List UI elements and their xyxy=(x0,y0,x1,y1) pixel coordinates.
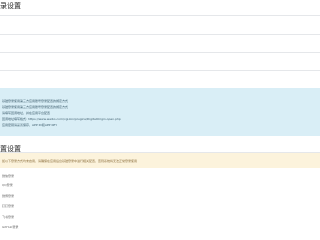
header-divider xyxy=(0,15,320,16)
info-line[interactable]: 回调地址填写格式: https://www.weibo.com/cgi-bin/… xyxy=(2,117,121,121)
list-item[interactable]: GitHub登录 xyxy=(2,225,18,229)
list-item[interactable]: 微信登录 xyxy=(2,174,14,178)
list-item[interactable]: QQ登录 xyxy=(2,183,13,187)
page-title: 录设置 xyxy=(0,2,21,10)
row-divider xyxy=(0,52,320,53)
warning-box: 如以下登录方式均未启用，请确保在应用后台基础登录中进行相关配置，否则系统将无法正… xyxy=(0,153,320,168)
info-box: 基础登录使用第三方应用账号登录配置的绑定方式 基础登录使用第三方应用账号登录配置… xyxy=(0,88,320,136)
warning-text: 如以下登录方式均未启用，请确保在应用后台基础登录中进行相关配置，否则系统将无法正… xyxy=(2,159,138,163)
info-line: 请填写回调地址，并在应用平台配置 xyxy=(2,111,51,115)
list-item[interactable]: 钉钉登录 xyxy=(2,204,14,208)
info-line: 基础登录使用第三方应用账号登录配置的绑定方式 xyxy=(2,99,69,103)
row-divider xyxy=(0,34,320,35)
info-line: 基础登录使用第三方应用账号登录配置的绑定方式 xyxy=(2,105,69,109)
info-line: 应用密钥请妥善保存，APP ID和APP KEY xyxy=(2,123,58,127)
list-item[interactable]: 微博登录 xyxy=(2,194,14,198)
list-item[interactable]: 飞书登录 xyxy=(2,215,14,219)
row-divider xyxy=(0,70,320,71)
